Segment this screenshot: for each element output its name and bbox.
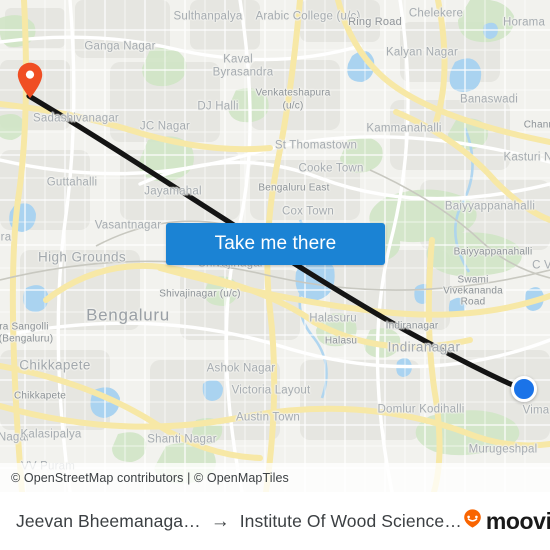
map-canvas[interactable]: Sulthanpalya Arabic College (u/c) Cheleker… [0,0,550,492]
moovit-pin-icon [462,508,483,534]
trip-summary-bar: Jeevan Bheemanaga… → Institute Of Wood S… [0,492,550,550]
map-attribution: © OpenStreetMap contributors | © OpenMap… [0,463,550,492]
location-dot-icon[interactable] [511,376,537,402]
attribution-text: © OpenStreetMap contributors | © OpenMap… [11,470,289,485]
moovit-wordmark: moovit [485,507,550,534]
trip-origin-label: Jeevan Bheemanaga… [16,510,201,531]
moovit-logo[interactable]: moovit [462,508,550,535]
take-me-there-button[interactable]: Take me there [166,223,385,265]
moovit-map-screen: Sulthanpalya Arabic College (u/c) Cheleker… [0,0,550,550]
arrow-right-icon: → [210,510,230,532]
map-pin-icon[interactable] [17,62,43,99]
trip-destination-label: Institute Of Wood Science… [239,510,462,531]
